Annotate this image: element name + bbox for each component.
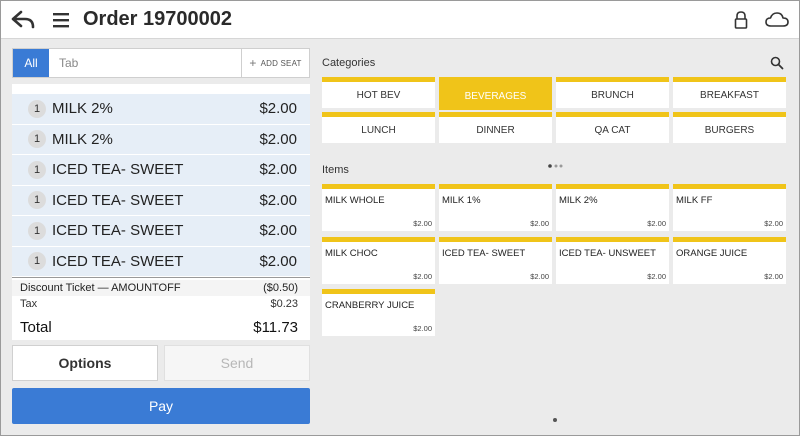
ticket-items-list: 1 MILK 2% $2.00 1 MILK 2% $2.00 1 ICED T… — [12, 94, 310, 277]
send-button[interactable]: Send — [164, 345, 310, 381]
menu-item-price: $2.00 — [647, 219, 666, 228]
menu-item-iced-tea-sweet[interactable]: ICED TEA- SWEET $2.00 — [439, 237, 552, 284]
order-ticket: 1 MILK 2% $2.00 1 MILK 2% $2.00 1 ICED T… — [12, 84, 310, 340]
discount-row[interactable]: Discount Ticket — AMOUNTOFF ($0.50) — [12, 280, 310, 296]
menu-item-name: MILK CHOC — [325, 248, 378, 259]
item-name: ICED TEA- SWEET — [52, 252, 184, 270]
item-quantity: 1 — [28, 160, 46, 179]
order-title: Order 19700002 — [83, 8, 233, 30]
item-price: $2.00 — [259, 252, 297, 270]
menu-item-milk-1[interactable]: MILK 1% $2.00 — [439, 184, 552, 231]
search-icon[interactable] — [770, 56, 784, 70]
menu-item-price: $2.00 — [530, 272, 549, 281]
menu-item-price: $2.00 — [647, 272, 666, 281]
menu-item-name: MILK FF — [676, 195, 713, 206]
item-name: MILK 2% — [52, 100, 113, 118]
menu-item-price: $2.00 — [413, 324, 432, 333]
menu-item-iced-tea-unsweet[interactable]: ICED TEA- UNSWEET $2.00 — [556, 237, 669, 284]
menu-item-orange-juice[interactable]: ORANGE JUICE $2.00 — [673, 237, 786, 284]
category-beverages[interactable]: BEVERAGES — [439, 77, 552, 110]
menu-item-price: $2.00 — [413, 272, 432, 281]
item-price: $2.00 — [259, 100, 297, 118]
lock-icon[interactable] — [733, 10, 749, 30]
ticket-totals: Discount Ticket — AMOUNTOFF ($0.50) Tax … — [12, 277, 310, 339]
item-quantity: 1 — [28, 221, 46, 240]
items-heading: Items — [322, 164, 349, 176]
total-label: Total — [20, 318, 52, 336]
tab-all-button[interactable]: All — [13, 49, 49, 77]
menu-item-name: ICED TEA- SWEET — [442, 248, 526, 259]
item-name: ICED TEA- SWEET — [52, 222, 184, 240]
ticket-line-item[interactable]: 1 MILK 2% $2.00 — [12, 94, 310, 125]
tax-label: Tax — [20, 298, 38, 310]
category-dinner[interactable]: DINNER — [439, 112, 552, 143]
category-hot-bev[interactable]: HOT BEV — [322, 77, 435, 108]
menu-item-milk-ff[interactable]: MILK FF $2.00 — [673, 184, 786, 231]
tab-bar: All + ADD SEAT — [12, 48, 310, 78]
menu-item-name: MILK 2% — [559, 195, 598, 206]
add-seat-label: ADD SEAT — [260, 58, 302, 68]
category-pager-dots[interactable] — [548, 155, 564, 168]
ticket-line-item[interactable]: 1 ICED TEA- SWEET $2.00 — [12, 155, 310, 186]
menu-item-price: $2.00 — [413, 219, 432, 228]
menu-item-cranberry-juice[interactable]: CRANBERRY JUICE $2.00 — [322, 289, 435, 336]
category-breakfast[interactable]: BREAKFAST — [673, 77, 786, 108]
total-amount: $11.73 — [253, 318, 298, 336]
menu-item-milk-whole[interactable]: MILK WHOLE $2.00 — [322, 184, 435, 231]
plus-icon: + — [249, 56, 257, 70]
category-qa-cat[interactable]: QA CAT — [556, 112, 669, 143]
tab-input[interactable] — [49, 49, 241, 77]
categories-heading: Categories — [322, 57, 376, 69]
ticket-line-item[interactable]: 1 ICED TEA- SWEET $2.00 — [12, 216, 310, 247]
pay-button[interactable]: Pay — [12, 388, 310, 424]
item-quantity: 1 — [28, 99, 46, 118]
ticket-line-item[interactable]: 1 ICED TEA- SWEET $2.00 — [12, 246, 310, 277]
menu-item-name: ICED TEA- UNSWEET — [559, 248, 656, 259]
menu-item-name: MILK 1% — [442, 195, 481, 206]
cloud-icon[interactable] — [765, 11, 789, 29]
back-arrow-icon[interactable] — [11, 9, 37, 31]
options-button[interactable]: Options — [12, 345, 158, 381]
hamburger-menu-icon[interactable] — [51, 10, 73, 30]
total-row: Total $11.73 — [12, 315, 310, 339]
item-name: ICED TEA- SWEET — [52, 161, 184, 179]
header-bar: Order 19700002 — [1, 1, 799, 39]
menu-item-price: $2.00 — [530, 219, 549, 228]
item-quantity: 1 — [28, 130, 46, 149]
add-seat-button[interactable]: + ADD SEAT — [241, 49, 309, 77]
tax-row: Tax $0.23 — [12, 296, 310, 312]
menu-item-name: ORANGE JUICE — [676, 248, 748, 259]
menu-item-milk-2[interactable]: MILK 2% $2.00 — [556, 184, 669, 231]
item-quantity: 1 — [28, 252, 46, 271]
menu-item-price: $2.00 — [764, 219, 783, 228]
menu-item-name: CRANBERRY JUICE — [325, 300, 415, 311]
tax-amount: $0.23 — [270, 298, 298, 310]
item-name: ICED TEA- SWEET — [52, 191, 184, 209]
items-pager-dot[interactable] — [553, 418, 557, 422]
item-name: MILK 2% — [52, 130, 113, 148]
item-price: $2.00 — [259, 191, 297, 209]
item-price: $2.00 — [259, 222, 297, 240]
ticket-line-item[interactable]: 1 ICED TEA- SWEET $2.00 — [12, 185, 310, 216]
discount-label: Discount Ticket — AMOUNTOFF — [20, 282, 181, 294]
category-burgers[interactable]: BURGERS — [673, 112, 786, 143]
category-lunch[interactable]: LUNCH — [322, 112, 435, 143]
ticket-line-item[interactable]: 1 MILK 2% $2.00 — [12, 124, 310, 155]
discount-amount: ($0.50) — [263, 282, 298, 294]
category-brunch[interactable]: BRUNCH — [556, 77, 669, 108]
menu-item-name: MILK WHOLE — [325, 195, 385, 206]
menu-item-price: $2.00 — [764, 272, 783, 281]
item-quantity: 1 — [28, 191, 46, 210]
item-price: $2.00 — [259, 161, 297, 179]
menu-item-milk-choc[interactable]: MILK CHOC $2.00 — [322, 237, 435, 284]
item-price: $2.00 — [259, 130, 297, 148]
